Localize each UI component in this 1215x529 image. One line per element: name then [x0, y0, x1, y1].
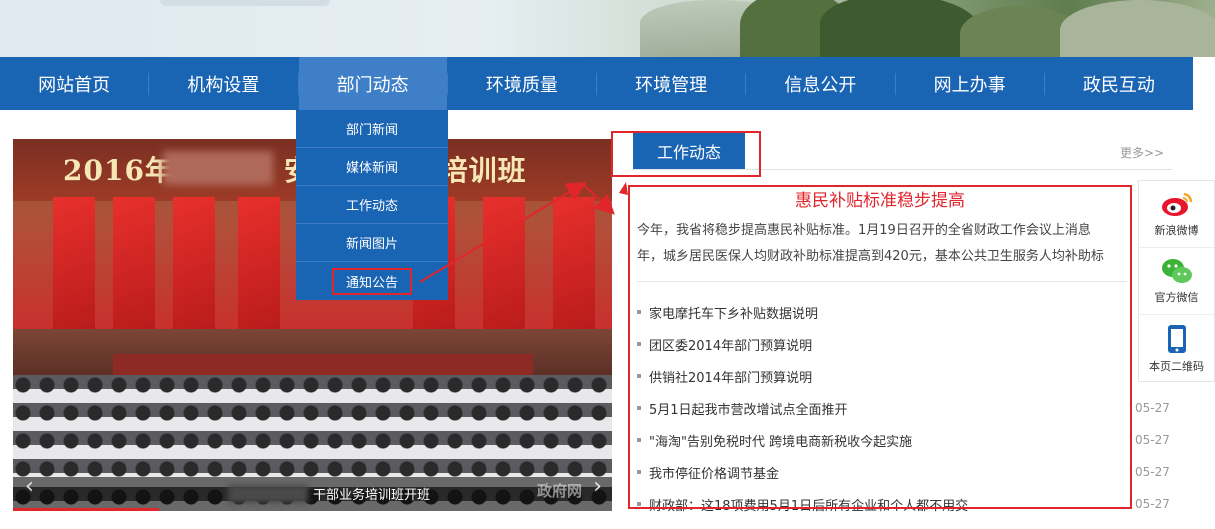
weibo-icon: [1161, 192, 1192, 216]
nav-item-online-services[interactable]: 网上办事: [896, 57, 1044, 110]
dropdown-item-news-photos[interactable]: 新闻图片: [296, 224, 448, 262]
site-logo: [160, 0, 330, 6]
department-news-dropdown: 部门新闻 媒体新闻 工作动态 新闻图片 通知公告: [296, 110, 448, 300]
dropdown-item-department-news[interactable]: 部门新闻: [296, 110, 448, 148]
news-date: 05-27: [1135, 497, 1170, 511]
nav-item-information-disclosure[interactable]: 信息公开: [746, 57, 894, 110]
mobile-qr-icon: [1167, 324, 1186, 353]
nav-item-organization[interactable]: 机构设置: [149, 57, 297, 110]
news-date: 05-27: [1135, 465, 1170, 479]
share-label: 新浪微博: [1154, 224, 1199, 237]
photo-watermark: 政府网: [536, 482, 582, 500]
nav-item-home[interactable]: 网站首页: [0, 57, 148, 110]
news-date: 05-27: [1135, 433, 1170, 447]
news-date: 05-27: [1135, 401, 1170, 415]
slide-progress: [13, 508, 159, 511]
dropdown-item-work-updates[interactable]: 工作动态: [296, 186, 448, 224]
nav-item-public-interaction[interactable]: 政民互动: [1045, 57, 1193, 110]
blurred-region: [228, 485, 308, 503]
dropdown-item-media-news[interactable]: 媒体新闻: [296, 148, 448, 186]
highlight-box: [611, 131, 761, 177]
next-slide-icon[interactable]: ›: [593, 474, 602, 499]
prev-slide-icon[interactable]: ‹: [25, 474, 34, 499]
dropdown-item-notices[interactable]: 通知公告: [296, 262, 448, 300]
wechat-icon: [1161, 259, 1192, 283]
nav-item-environment-management[interactable]: 环境管理: [597, 57, 745, 110]
share-wechat[interactable]: 官方微信: [1139, 248, 1214, 315]
share-label: 官方微信: [1154, 291, 1199, 304]
highlight-box: [628, 185, 1132, 509]
share-sidebar: 新浪微博 官方微信 本页二维码: [1138, 180, 1215, 382]
share-label: 本页二维码: [1149, 359, 1204, 373]
more-link[interactable]: 更多>>: [1120, 144, 1164, 161]
annotation-arrowhead: [619, 182, 628, 195]
nav-item-department-news[interactable]: 部门动态: [298, 57, 447, 110]
header-banner: [0, 0, 1215, 57]
slide-caption[interactable]: 干部业务培训班开班: [313, 484, 430, 503]
nav-item-environment-quality[interactable]: 环境质量: [448, 57, 596, 110]
share-qrcode[interactable]: 本页二维码: [1139, 315, 1214, 382]
blurred-region: [163, 151, 273, 185]
main-nav: 网站首页 机构设置 部门动态 环境质量 环境管理 信息公开 网上办事 政民互动: [0, 57, 1193, 110]
share-weibo[interactable]: 新浪微博: [1139, 181, 1214, 248]
photo-banner-text: 2016年安监 部业务培训班: [63, 154, 526, 187]
